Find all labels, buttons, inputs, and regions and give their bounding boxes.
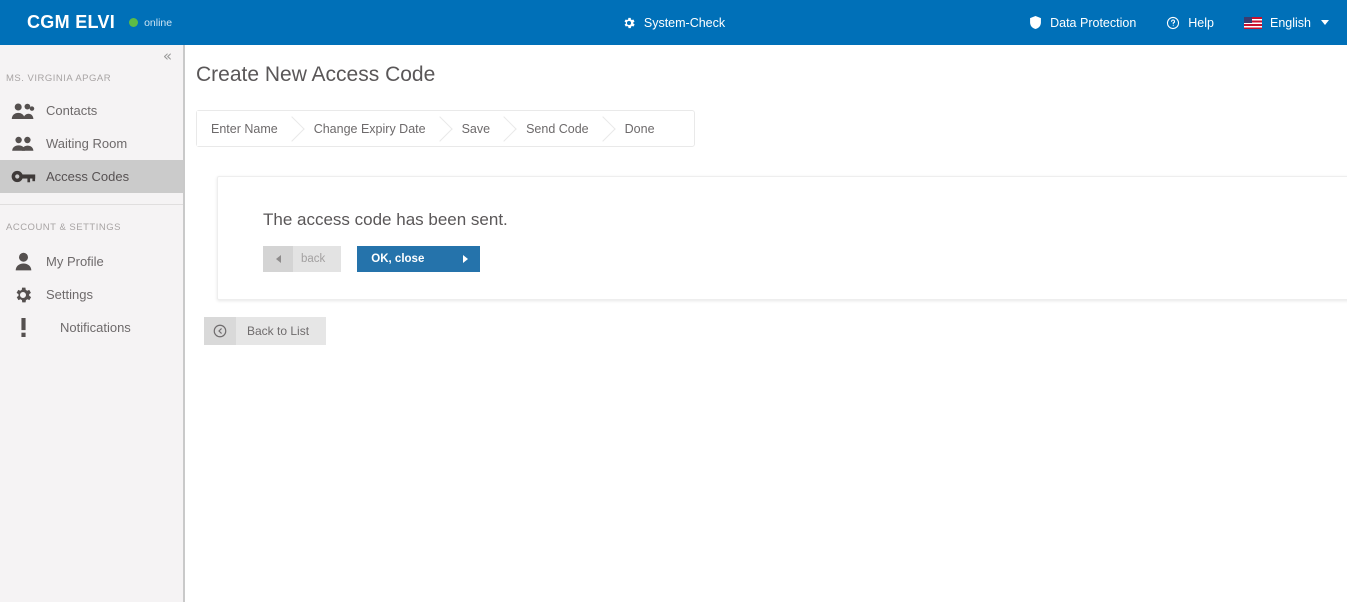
back-button-label: back	[301, 253, 326, 265]
top-nav-right: Data Protection Help English	[1029, 15, 1329, 30]
shield-icon	[1029, 15, 1042, 30]
data-protection-button[interactable]: Data Protection	[1029, 15, 1136, 30]
sidebar-collapse-row: «	[0, 45, 183, 67]
back-to-list-button[interactable]: Back to List	[204, 317, 327, 345]
sidebar-item-notifications-label: Notifications	[60, 320, 131, 335]
arrow-left-icon	[263, 246, 293, 272]
help-button[interactable]: Help	[1166, 16, 1214, 30]
collapse-sidebar-icon[interactable]: «	[163, 49, 172, 64]
us-flag-icon	[1244, 16, 1262, 29]
sidebar-item-contacts[interactable]: Contacts	[0, 94, 183, 127]
step-send-code[interactable]: Send Code	[504, 111, 603, 146]
sidebar-item-contacts-label: Contacts	[46, 103, 98, 118]
confirmation-message: The access code has been sent.	[263, 210, 508, 229]
system-check-label: System-Check	[643, 15, 726, 30]
ok-close-button[interactable]: OK, close	[357, 246, 481, 272]
sidebar-divider	[0, 204, 183, 205]
step-change-expiry-date[interactable]: Change Expiry Date	[291, 111, 440, 146]
sidebar-item-settings[interactable]: Settings	[0, 278, 183, 311]
sidebar-item-my-profile-label: My Profile	[46, 254, 104, 269]
step-wizard: Enter Name Change Expiry Date Save Send …	[196, 110, 695, 147]
exclamation-icon	[0, 318, 46, 337]
sidebar-item-waiting-room[interactable]: Waiting Room	[0, 127, 183, 160]
chevron-down-icon	[1321, 20, 1329, 25]
confirmation-card: The access code has been sent. back OK, …	[217, 176, 1347, 300]
sidebar: « MS. VIRGINIA APGAR Contacts Waiting Ro…	[0, 45, 185, 602]
step-done-label: Done	[624, 121, 655, 136]
page-title: Create New Access Code	[196, 63, 436, 86]
main-content: Create New Access Code Enter Name Change…	[187, 45, 1347, 602]
sidebar-section-account-label: ACCOUNT & SETTINGS	[6, 222, 121, 233]
step-enter-name[interactable]: Enter Name	[197, 111, 292, 146]
system-check-button[interactable]: System-Check	[622, 16, 725, 30]
online-status-label: online	[144, 16, 173, 29]
app-brand-logo: CGM ELVI	[27, 12, 116, 32]
sidebar-section-user-label: MS. VIRGINIA APGAR	[6, 73, 112, 84]
sidebar-item-waiting-room-label: Waiting Room	[46, 136, 128, 151]
step-send-code-label: Send Code	[526, 121, 589, 136]
arrow-right-icon	[450, 246, 480, 272]
help-label: Help	[1188, 15, 1214, 30]
sidebar-item-access-codes-label: Access Codes	[46, 169, 130, 184]
data-protection-label: Data Protection	[1050, 15, 1137, 30]
back-circle-icon	[204, 317, 236, 345]
user-icon	[0, 252, 46, 271]
language-label: English	[1270, 15, 1311, 30]
gear-icon	[0, 285, 46, 305]
key-icon	[0, 169, 46, 184]
contacts-group-icon	[0, 102, 46, 120]
sidebar-item-access-codes[interactable]: Access Codes	[0, 160, 183, 193]
step-enter-name-label: Enter Name	[211, 121, 278, 136]
sidebar-item-notifications[interactable]: Notifications	[0, 311, 183, 344]
top-navigation-bar: CGM ELVI online System-Check Data Protec…	[0, 0, 1347, 45]
sidebar-item-settings-label: Settings	[46, 287, 93, 302]
waiting-room-people-icon	[0, 136, 46, 152]
question-circle-icon	[1166, 16, 1180, 30]
back-button[interactable]: back	[263, 246, 342, 272]
step-save-label: Save	[461, 121, 491, 136]
online-status-dot	[129, 18, 139, 27]
sidebar-item-my-profile[interactable]: My Profile	[0, 245, 183, 278]
online-status: online	[129, 17, 172, 29]
ok-close-button-label: OK, close	[371, 253, 425, 265]
step-change-expiry-date-label: Change Expiry Date	[313, 121, 426, 136]
card-button-row: back OK, close	[263, 246, 1347, 272]
back-to-list-label: Back to List	[247, 324, 310, 338]
gear-icon	[622, 16, 636, 30]
language-selector[interactable]: English	[1244, 16, 1329, 30]
